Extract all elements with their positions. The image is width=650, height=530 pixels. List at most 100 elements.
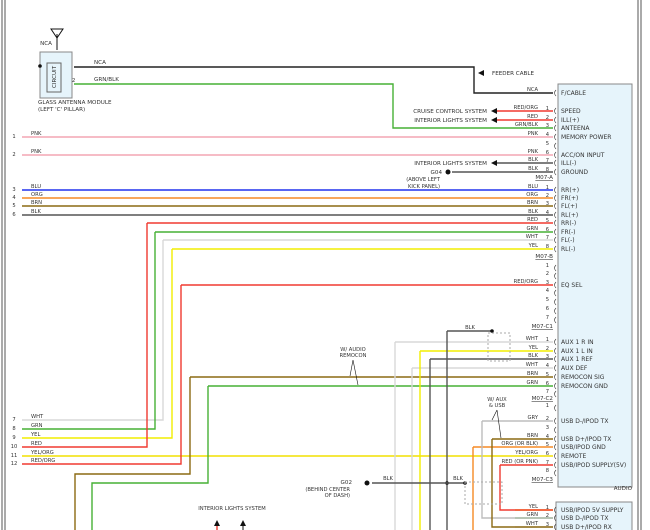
wire-color-label: BRN bbox=[527, 200, 538, 206]
left-wire-label: BLU bbox=[31, 184, 41, 190]
pin-function: REMOCON GND bbox=[561, 383, 608, 390]
shield-dashed-box bbox=[487, 332, 511, 362]
left-wire-number: 7 bbox=[12, 417, 15, 423]
pin-function: SPEED bbox=[561, 108, 581, 115]
pin-number: 4 bbox=[546, 288, 550, 294]
wire-color-label: PNK bbox=[528, 131, 539, 137]
left-wire-number: 3 bbox=[12, 187, 15, 193]
pin-function: USB/IPOD SUPPLY(5V) bbox=[561, 462, 626, 469]
left-wire-number: 4 bbox=[12, 195, 16, 201]
g02-location: OF DASH) bbox=[325, 493, 350, 499]
pin-number: 7 bbox=[546, 158, 549, 164]
connector-terminal bbox=[554, 264, 557, 272]
connector-terminal bbox=[554, 133, 557, 141]
pin-function: RL(-) bbox=[561, 246, 575, 253]
pin-function: USB/IPOD 5V SUPPLY bbox=[561, 507, 624, 514]
wire-wht bbox=[22, 240, 164, 421]
pin-function: AUX 1 L IN bbox=[561, 348, 593, 355]
splice-dot bbox=[38, 64, 42, 68]
connector-terminal bbox=[554, 289, 557, 297]
pin-number: 6 bbox=[546, 227, 549, 233]
wire-color-label: YEL/ORG bbox=[514, 450, 538, 456]
wire-color-label: WHT bbox=[526, 234, 539, 240]
antenna-nca-label: NCA bbox=[40, 41, 52, 47]
connector-terminal bbox=[554, 307, 557, 315]
wire-red-org bbox=[22, 285, 182, 465]
pin-function: FL(+) bbox=[561, 203, 578, 210]
pin-number: 1 bbox=[546, 263, 549, 269]
wire-color-label: PNK bbox=[528, 149, 539, 155]
pin-number: 3 bbox=[546, 201, 549, 207]
connector-id-M07-C2: M07-C2 bbox=[532, 396, 553, 402]
pin-number: 3 bbox=[546, 425, 549, 431]
wire-color-label: BLK bbox=[528, 209, 538, 215]
connector-terminal bbox=[554, 151, 557, 159]
pin-number: 8 bbox=[546, 468, 549, 474]
pin-number: 7 bbox=[546, 235, 549, 241]
connector-terminal bbox=[554, 272, 557, 280]
connector-terminal bbox=[554, 124, 557, 132]
wire-color-label: BLU bbox=[528, 184, 538, 190]
feeder-cable-label: FEEDER CABLE bbox=[492, 71, 534, 77]
wire-color-label: GRY bbox=[528, 415, 539, 421]
left-wire-label: BLK bbox=[31, 209, 41, 215]
connector-terminal bbox=[554, 404, 557, 412]
pin-function: USB D+/IPOD RX bbox=[561, 524, 612, 530]
wiring-diagram: AUDIO CIRCUIT NCA GLASS ANTENNA MODULE (LEFT… bbox=[0, 0, 650, 530]
left-wire-number: 5 bbox=[12, 203, 15, 209]
interior-lights-ref: INTERIOR LIGHTS SYSTEM bbox=[414, 161, 487, 167]
wire-color-label: GRN bbox=[526, 512, 538, 518]
pin-number: 6 bbox=[546, 451, 549, 457]
pin-function: USB D+/IPOD TX bbox=[561, 436, 611, 443]
pin-number: 5 bbox=[546, 297, 549, 303]
wire-color-label: ORG bbox=[526, 192, 538, 198]
wire-color-label: RED/ORG bbox=[514, 279, 538, 285]
connector-id-M07-B: M07-B bbox=[535, 254, 553, 260]
pin-function: RR(+) bbox=[561, 187, 579, 194]
left-wire-label: PNK bbox=[31, 131, 42, 137]
wire-color-label: WHT bbox=[526, 336, 539, 342]
audio-wiring-schematic: AUDIO CIRCUIT NCA GLASS ANTENNA MODULE(LEFT… bbox=[1, 0, 642, 530]
interior-lights-ref: INTERIOR LIGHTS SYSTEM bbox=[198, 506, 265, 512]
aux-usb-note: & USB bbox=[489, 403, 506, 409]
wire-color-label: WHT bbox=[526, 521, 539, 527]
connector-terminal bbox=[554, 236, 557, 244]
pin-function: FL(-) bbox=[561, 237, 575, 244]
blk-label: BLK bbox=[383, 476, 393, 482]
wire-color-label: YEL bbox=[528, 504, 538, 510]
wire-color-label: BRN bbox=[527, 371, 538, 377]
interior-lights-ref: INTERIOR LIGHTS SYSTEM bbox=[414, 118, 487, 124]
g04-location: (ABOVE LEFT bbox=[406, 177, 441, 183]
pin-number: 8 bbox=[546, 244, 549, 250]
left-wire-label: WHT bbox=[31, 414, 44, 420]
antenna-wire1-label: NCA bbox=[94, 60, 106, 66]
pin-function: USB D-/IPOD TX bbox=[561, 515, 608, 522]
connector-terminal bbox=[554, 461, 557, 469]
connector-terminal bbox=[554, 338, 557, 346]
wire-color-label: WHT bbox=[526, 362, 539, 368]
connector-terminal bbox=[554, 316, 557, 324]
wire-color-label: GRN bbox=[526, 380, 538, 386]
pin-number: 3 bbox=[546, 354, 549, 360]
left-wire-label: YEL bbox=[30, 432, 40, 438]
arrow-icon bbox=[491, 160, 497, 166]
pin-number: 2 bbox=[546, 271, 549, 277]
g04-label: G04 bbox=[431, 170, 443, 176]
left-wire-label: RED bbox=[31, 441, 42, 447]
arrow-icon bbox=[240, 520, 246, 526]
wire-color-label: BLK bbox=[528, 166, 538, 172]
connector-terminal bbox=[554, 417, 557, 425]
splice-dot bbox=[490, 329, 494, 333]
connector-terminal bbox=[554, 142, 557, 150]
pin-number: 5 bbox=[546, 218, 549, 224]
shield-dashed-box bbox=[464, 481, 503, 505]
pin-function: RL(+) bbox=[561, 212, 578, 219]
pin-function: AUX 1 REF bbox=[561, 356, 593, 363]
pin-number: 7 bbox=[546, 460, 549, 466]
connector-terminal bbox=[554, 373, 557, 381]
connector-terminal bbox=[554, 159, 557, 167]
connector-terminal bbox=[554, 390, 557, 398]
pin-number: 3 bbox=[546, 280, 549, 286]
wire-color-label: YEL bbox=[528, 345, 538, 351]
pin-function: GROUND bbox=[561, 169, 588, 176]
